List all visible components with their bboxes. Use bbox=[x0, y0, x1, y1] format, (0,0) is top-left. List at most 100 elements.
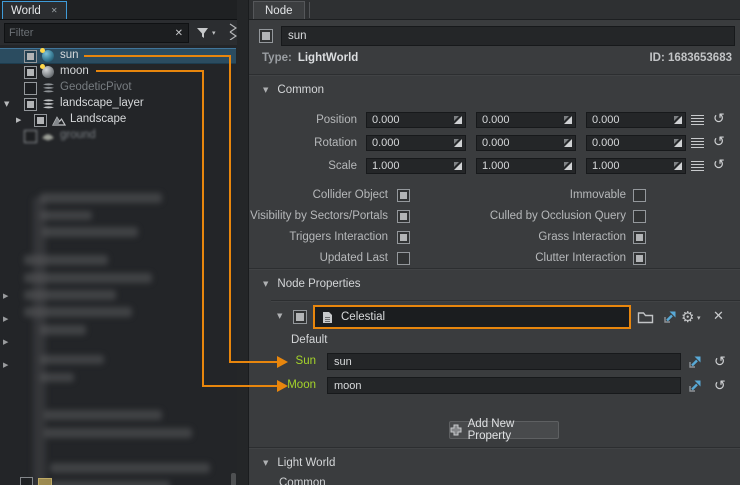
assign-node-icon[interactable] bbox=[688, 378, 703, 393]
node-enabled-checkbox[interactable] bbox=[34, 114, 47, 127]
close-icon[interactable]: ✕ bbox=[51, 6, 58, 15]
type-id-row: Type: LightWorld ID: 1683653683 bbox=[249, 52, 740, 68]
tree-item-ground[interactable]: ground bbox=[0, 128, 236, 144]
chevron-down-icon: ▾ bbox=[212, 29, 216, 37]
section-node-properties[interactable]: ▼ Node Properties bbox=[263, 276, 361, 292]
menu-icon[interactable] bbox=[691, 138, 704, 149]
rotation-y-field[interactable]: 0.000 bbox=[476, 135, 576, 151]
node-enabled-checkbox[interactable] bbox=[259, 29, 273, 43]
scale-x-field[interactable]: 1.000 bbox=[366, 158, 466, 174]
section-title: Light World bbox=[277, 457, 335, 469]
triggers-interaction-checkbox[interactable] bbox=[397, 231, 410, 244]
collapse-caret-icon[interactable]: ▶ bbox=[3, 338, 8, 346]
node-name-input[interactable] bbox=[282, 30, 734, 42]
menu-icon[interactable] bbox=[691, 161, 704, 172]
layers-icon bbox=[42, 82, 55, 95]
tree-item-label: moon bbox=[60, 65, 89, 77]
tab-world[interactable]: World ✕ bbox=[2, 1, 67, 19]
position-row: Position 0.000 0.000 0.000 ↺ bbox=[249, 112, 740, 128]
tree-scrollbar[interactable] bbox=[231, 473, 236, 485]
section-common[interactable]: ▼ Common bbox=[263, 82, 324, 98]
mesh-icon bbox=[42, 130, 55, 143]
folder-icon[interactable] bbox=[637, 310, 654, 324]
assign-node-icon[interactable] bbox=[688, 354, 703, 369]
flags-row: Collider Object Immovable bbox=[249, 188, 740, 204]
drag-handle-icon bbox=[453, 161, 463, 171]
immovable-checkbox[interactable] bbox=[633, 189, 646, 202]
property-file-icon bbox=[322, 311, 333, 324]
property-enabled-checkbox[interactable] bbox=[293, 310, 307, 324]
row-label: Scale bbox=[249, 158, 357, 174]
filter-input[interactable] bbox=[5, 27, 170, 39]
flags-row: Visibility by Sectors/Portals Culled by … bbox=[249, 209, 740, 225]
node-enabled-checkbox[interactable] bbox=[24, 98, 37, 111]
sun-parameter-input[interactable] bbox=[328, 356, 680, 368]
updated-last-checkbox[interactable] bbox=[397, 252, 410, 265]
drag-handle-icon bbox=[673, 161, 683, 171]
filter-bar: ✕ ▾ bbox=[0, 20, 237, 45]
clutter-interaction-checkbox[interactable] bbox=[633, 252, 646, 265]
reset-icon[interactable]: ↺ bbox=[713, 157, 725, 173]
property-caret-icon[interactable]: ▼ bbox=[277, 312, 282, 320]
expand-caret-icon[interactable]: ▼ bbox=[4, 100, 9, 108]
tree-item-label: sun bbox=[60, 49, 79, 61]
sun-connector-line bbox=[229, 361, 278, 363]
filter-field: ✕ bbox=[4, 23, 189, 43]
rotation-row: Rotation 0.000 0.000 0.000 ↺ bbox=[249, 135, 740, 151]
culled-occlusion-checkbox[interactable] bbox=[633, 210, 646, 223]
collapse-caret-icon[interactable]: ▶ bbox=[3, 315, 8, 323]
rotation-x-field[interactable]: 0.000 bbox=[366, 135, 466, 151]
collapse-caret-icon[interactable]: ▶ bbox=[16, 116, 21, 124]
node-enabled-checkbox[interactable] bbox=[24, 66, 37, 79]
node-enabled-checkbox[interactable] bbox=[24, 130, 37, 143]
property-name-field[interactable]: Celestial bbox=[313, 305, 631, 329]
terrain-icon bbox=[52, 114, 65, 127]
filter-options-button[interactable]: ▾ bbox=[196, 24, 228, 41]
collapse-panel-icon[interactable] bbox=[229, 23, 237, 43]
tree-item-landscape-layer[interactable]: ▼ landscape_layer bbox=[0, 96, 236, 112]
scale-y-field[interactable]: 1.000 bbox=[476, 158, 576, 174]
visibility-sectors-checkbox[interactable] bbox=[397, 210, 410, 223]
tree-item-label: ground bbox=[60, 129, 96, 141]
reset-icon[interactable]: ↺ bbox=[713, 134, 725, 150]
sun-parameter-field bbox=[327, 353, 681, 370]
drag-handle-icon bbox=[673, 138, 683, 148]
moon-connector-arrowhead bbox=[277, 380, 288, 392]
node-enabled-checkbox[interactable] bbox=[20, 477, 33, 485]
rotation-z-field[interactable]: 0.000 bbox=[586, 135, 686, 151]
tree-item-moon[interactable]: moon bbox=[0, 64, 236, 80]
moon-parameter-input[interactable] bbox=[328, 380, 680, 392]
light-world-icon bbox=[42, 66, 55, 79]
scale-z-field[interactable]: 1.000 bbox=[586, 158, 686, 174]
menu-icon[interactable] bbox=[691, 115, 704, 126]
drag-handle-icon bbox=[673, 115, 683, 125]
tree-item-label: landscape_layer bbox=[60, 97, 144, 109]
reset-icon[interactable]: ↺ bbox=[714, 354, 726, 370]
add-new-property-label: Add New Property bbox=[468, 418, 558, 442]
section-light-world[interactable]: ▼ Light World bbox=[263, 455, 335, 471]
grass-interaction-checkbox[interactable] bbox=[633, 231, 646, 244]
node-enabled-checkbox[interactable] bbox=[24, 50, 37, 63]
position-y-field[interactable]: 0.000 bbox=[476, 112, 576, 128]
tree-item-landscape[interactable]: ▶ Landscape bbox=[0, 112, 236, 128]
reset-icon[interactable]: ↺ bbox=[714, 378, 726, 394]
subsection-common: Common bbox=[279, 477, 326, 485]
property-name: Celestial bbox=[341, 311, 385, 323]
clear-filter-icon[interactable]: ✕ bbox=[170, 28, 188, 39]
add-new-property-button[interactable]: Add New Property bbox=[449, 421, 559, 439]
tab-node[interactable]: Node bbox=[253, 1, 305, 19]
tab-node-label: Node bbox=[265, 5, 293, 17]
collapse-caret-icon[interactable]: ▶ bbox=[3, 361, 8, 369]
reset-icon[interactable]: ↺ bbox=[713, 111, 725, 127]
collider-object-checkbox[interactable] bbox=[397, 189, 410, 202]
collapse-caret-icon[interactable]: ▶ bbox=[3, 292, 8, 300]
tree-item-geodeticpivot[interactable]: GeodeticPivot bbox=[0, 80, 236, 96]
chevron-down-icon[interactable]: ▾ bbox=[697, 314, 701, 322]
assign-node-icon[interactable] bbox=[663, 309, 678, 324]
remove-property-icon[interactable]: ✕ bbox=[713, 309, 724, 324]
position-z-field[interactable]: 0.000 bbox=[586, 112, 686, 128]
row-label: Position bbox=[249, 112, 357, 128]
node-enabled-checkbox[interactable] bbox=[24, 82, 37, 95]
position-x-field[interactable]: 0.000 bbox=[366, 112, 466, 128]
gear-icon[interactable]: ⚙ bbox=[681, 310, 694, 325]
